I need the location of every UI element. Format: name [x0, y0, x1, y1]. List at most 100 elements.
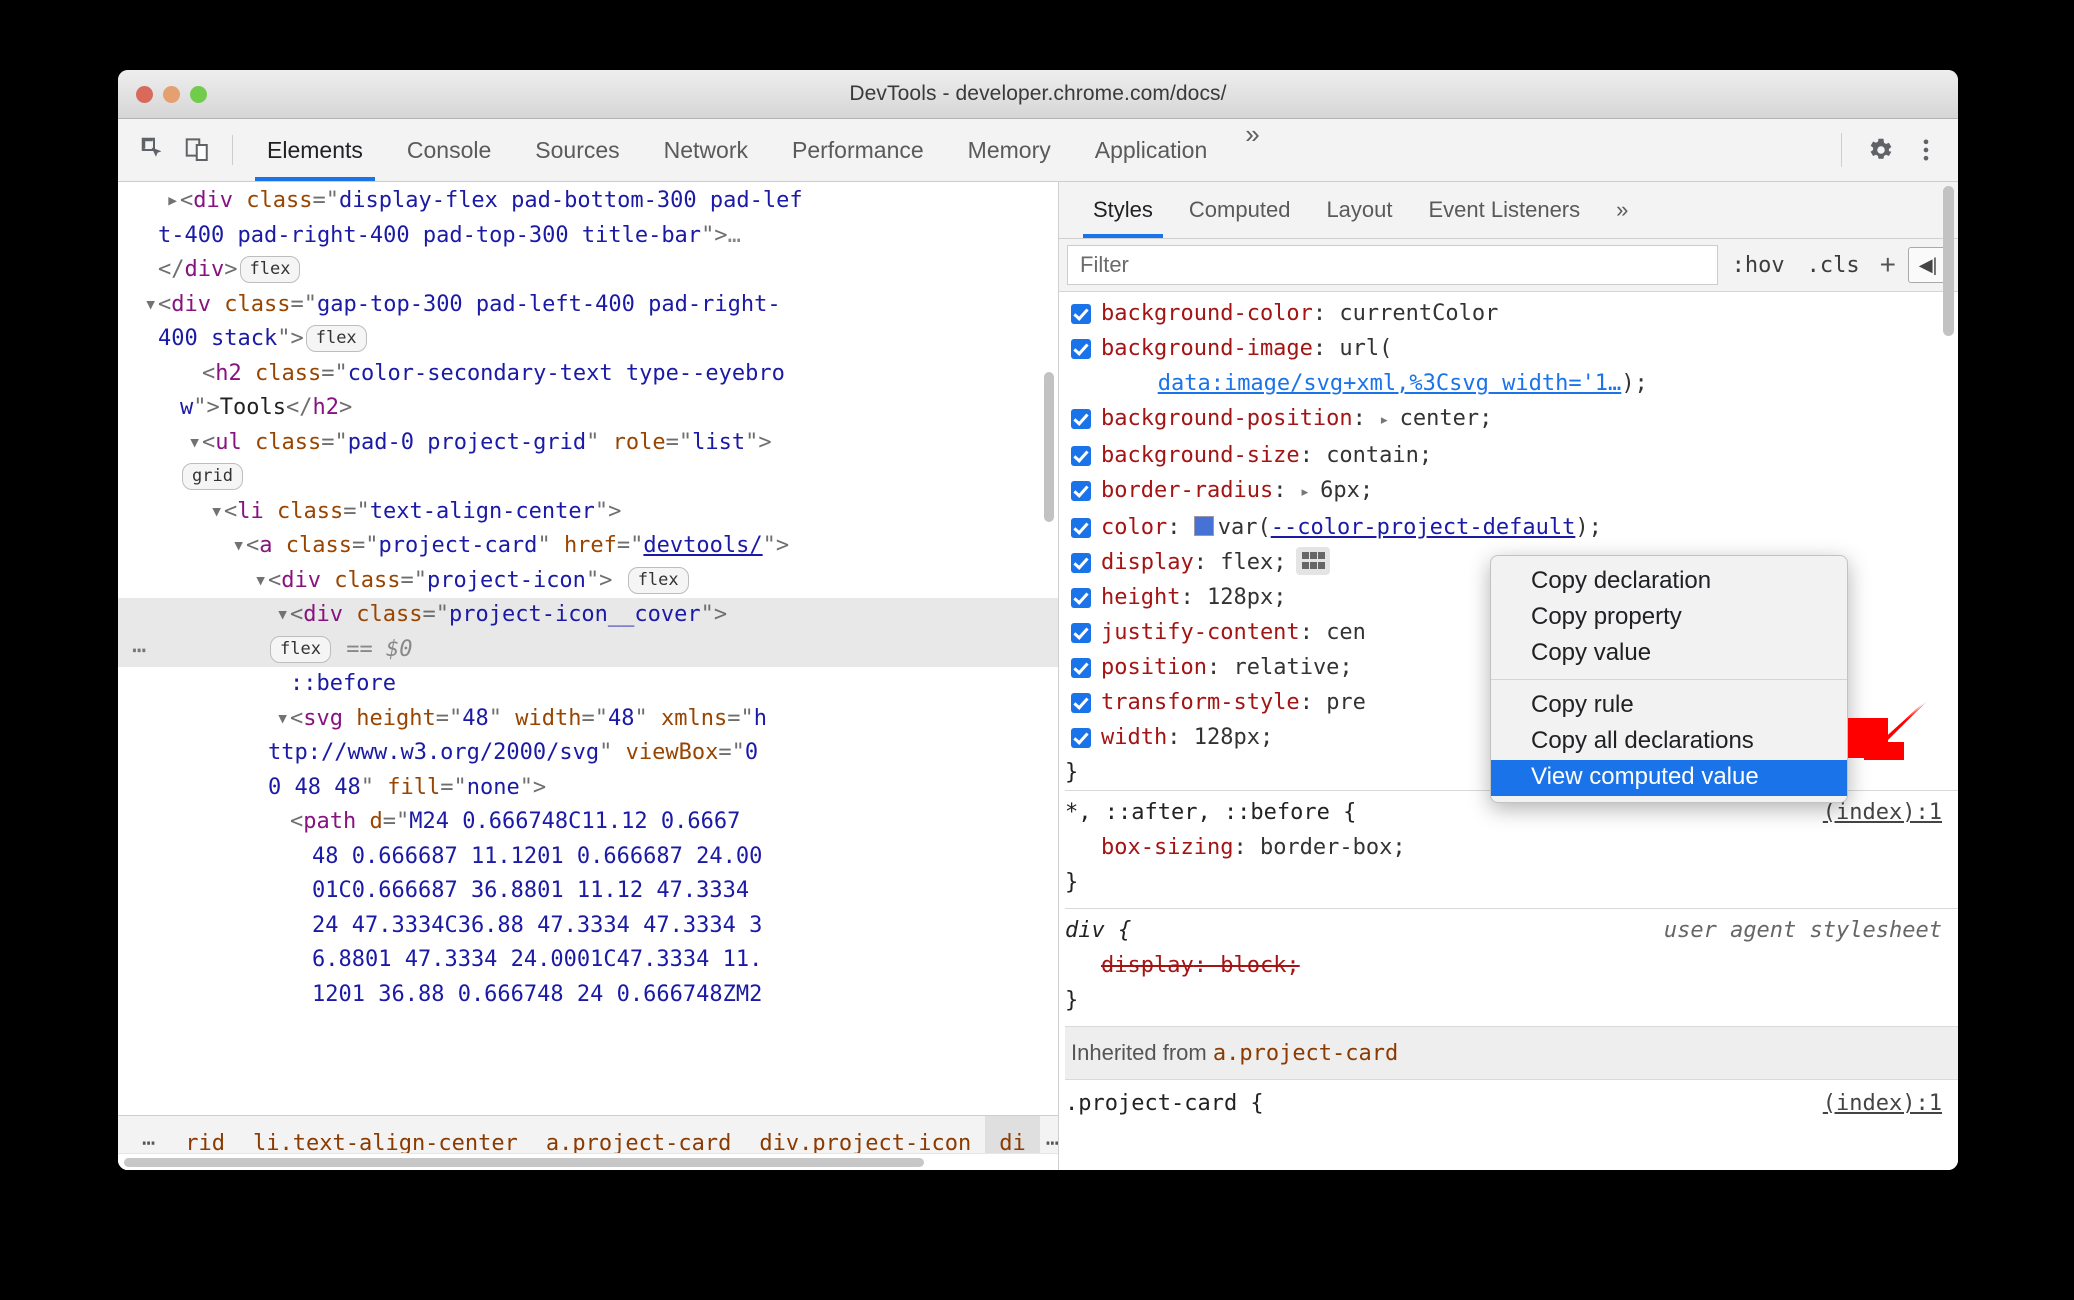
dom-tree-row[interactable]: 0 48 48" fill="none"> [118, 771, 1058, 806]
layout-badge-grid[interactable]: grid [182, 463, 243, 490]
expand-triangle-icon[interactable]: ▸ [1379, 410, 1399, 430]
dom-tree-row[interactable]: </div> flex [118, 253, 1058, 288]
minimize-window-button[interactable] [163, 85, 180, 103]
dom-tree-row[interactable]: 6.8801 47.3334 24.0001C47.3334 11. [118, 943, 1058, 978]
toggle-computed-sidebar-button[interactable]: ◀| [1908, 247, 1948, 283]
layout-badge-flex[interactable]: flex [305, 325, 367, 352]
dom-tree-row[interactable]: t-400 pad-right-400 pad-top-300 title-ba… [118, 219, 1058, 254]
dom-tree-row[interactable]: 1201 36.88 0.666748 24 0.666748ZM2 [118, 978, 1058, 1013]
window-traffic-lights[interactable] [136, 70, 207, 118]
tab-styles[interactable]: Styles [1075, 182, 1171, 238]
declaration-property[interactable]: transform-style [1101, 690, 1300, 715]
declaration-value[interactable]: 128px; [1194, 725, 1273, 750]
declaration-value[interactable]: relative; [1233, 655, 1352, 680]
tab-application[interactable]: Application [1073, 119, 1230, 181]
dom-tree-row[interactable]: ⋯ flex == $0 [118, 632, 1058, 668]
declaration-value[interactable]: currentColor [1339, 301, 1498, 326]
css-variable-link[interactable]: --color-project-default [1271, 515, 1576, 540]
declaration-property[interactable]: display [1101, 550, 1194, 575]
layout-badge-flex[interactable]: flex [270, 635, 331, 663]
breadcrumb-trailing-overflow-icon[interactable]: ⋯ [1040, 1131, 1058, 1156]
declaration-property[interactable]: width [1101, 725, 1167, 750]
tab-elements[interactable]: Elements [245, 119, 385, 181]
declaration-value[interactable]: contain; [1326, 443, 1432, 468]
declaration-checkbox[interactable] [1071, 693, 1091, 713]
declaration-text[interactable]: width: 128px; [1101, 720, 1273, 755]
declaration-value[interactable]: var( [1218, 515, 1271, 540]
dom-tree-row[interactable]: grid [118, 460, 1058, 495]
declaration-property[interactable]: justify-content [1101, 620, 1300, 645]
data-url-link[interactable]: data:image/svg+xml,%3Csvg width='1… [1158, 366, 1622, 401]
tab-console[interactable]: Console [385, 119, 513, 181]
styles-more-tabs-chevron-icon[interactable]: » [1598, 182, 1646, 238]
declaration-value[interactable]: 6px; [1320, 478, 1373, 503]
menu-item-copy-property[interactable]: Copy property [1491, 600, 1847, 636]
menu-item-copy-value[interactable]: Copy value [1491, 636, 1847, 672]
dom-tree-row[interactable]: ::before [118, 667, 1058, 702]
kebab-menu-icon[interactable] [1904, 128, 1948, 172]
declaration-text[interactable]: background-image: url( [1101, 331, 1392, 366]
declaration-checkbox[interactable] [1071, 588, 1091, 608]
breadcrumb-item-li[interactable]: li.text-align-center [239, 1131, 532, 1156]
declaration-property[interactable]: border-radius [1101, 478, 1273, 503]
declaration-property[interactable]: background-position [1101, 406, 1353, 431]
css-rule-selector[interactable]: div { [1065, 913, 1131, 948]
declaration-text[interactable]: border-radius: ▸ 6px; [1101, 473, 1373, 510]
close-window-button[interactable] [136, 85, 153, 103]
declaration-value[interactable]: flex; [1220, 550, 1286, 575]
css-rule-declaration[interactable]: display: block; [1065, 948, 1958, 983]
declaration-text[interactable]: position: relative; [1101, 650, 1353, 685]
device-toolbar-icon[interactable] [176, 128, 220, 172]
dom-tree-row[interactable]: 48 0.666687 11.1201 0.666687 24.00 [118, 840, 1058, 875]
disclosure-triangle-icon[interactable]: ▾ [210, 495, 224, 530]
dom-row-overflow-icon[interactable]: ⋯ [132, 633, 181, 668]
disclosure-triangle-icon[interactable]: ▾ [254, 564, 268, 599]
maximize-window-button[interactable] [190, 85, 207, 103]
menu-item-copy-all-declarations[interactable]: Copy all declarations [1491, 724, 1847, 760]
dom-tree[interactable]: ▸<div class="display-flex pad-bottom-300… [118, 182, 1058, 1115]
dom-tree-row[interactable]: ▾<div class="project-icon__cover"> [118, 598, 1058, 633]
declaration-value[interactable]: url( [1339, 336, 1392, 361]
cls-toggle-button[interactable]: .cls [1799, 253, 1868, 278]
disclosure-triangle-icon[interactable]: ▾ [276, 598, 290, 633]
hov-toggle-button[interactable]: :hov [1724, 253, 1793, 278]
dom-tree-row[interactable]: ▾<a class="project-card" href="devtools/… [118, 529, 1058, 564]
declaration-checkbox[interactable] [1071, 658, 1091, 678]
declaration-checkbox[interactable] [1071, 446, 1091, 466]
declaration-text[interactable]: height: 128px; [1101, 580, 1286, 615]
declaration-text[interactable]: color: var(--color-project-default); [1101, 510, 1602, 545]
dom-tree-row[interactable]: ▾<div class="project-icon"> flex [118, 564, 1058, 599]
tab-event-listeners[interactable]: Event Listeners [1411, 182, 1599, 238]
dom-tree-row[interactable]: <h2 class="color-secondary-text type--ey… [118, 357, 1058, 392]
inherited-source-selector[interactable]: a.project-card [1213, 1041, 1398, 1066]
declaration-value[interactable]: center; [1400, 406, 1493, 431]
breadcrumb-overflow-icon[interactable]: ⋯ [128, 1131, 171, 1156]
breadcrumb-item-grid[interactable]: rid [171, 1131, 239, 1156]
declaration-property[interactable]: height [1101, 585, 1180, 610]
styles-filter-input[interactable]: Filter [1067, 245, 1718, 285]
css-rule-selector[interactable]: .project-card { [1065, 1086, 1264, 1121]
dom-tree-row[interactable]: ▸<div class="display-flex pad-bottom-300… [118, 184, 1058, 219]
declaration-text[interactable]: background-size: contain; [1101, 438, 1432, 473]
declaration-value[interactable]: : block; [1194, 953, 1300, 978]
tab-sources[interactable]: Sources [513, 119, 641, 181]
declaration-value[interactable]: pre [1326, 690, 1366, 715]
tab-performance[interactable]: Performance [770, 119, 946, 181]
declaration-checkbox[interactable] [1071, 481, 1091, 501]
disclosure-triangle-icon[interactable]: ▾ [144, 288, 158, 323]
declaration-value[interactable]: : border-box; [1233, 835, 1405, 860]
css-rule-source-link[interactable]: (index):1 [1823, 1086, 1942, 1121]
dom-tree-row[interactable]: 24 47.3334C36.88 47.3334 47.3334 3 [118, 909, 1058, 944]
gear-icon[interactable] [1858, 128, 1902, 172]
layout-badge-flex[interactable]: flex [239, 256, 301, 283]
disclosure-triangle-icon[interactable]: ▾ [232, 529, 246, 564]
dom-tree-row[interactable]: 400 stack"> flex [118, 322, 1058, 357]
dom-tree-horizontal-scrollbar[interactable] [118, 1153, 1058, 1170]
disclosure-triangle-icon[interactable]: ▸ [166, 184, 180, 219]
css-rule-selector[interactable]: *, ::after, ::before { [1065, 795, 1356, 830]
declaration-value-tail[interactable]: ); [1575, 515, 1602, 540]
tab-layout[interactable]: Layout [1308, 182, 1410, 238]
dom-tree-row[interactable]: ▾<ul class="pad-0 project-grid" role="li… [118, 426, 1058, 461]
breadcrumb-item-project-icon[interactable]: div.project-icon [745, 1131, 985, 1156]
flex-editor-icon[interactable] [1296, 547, 1331, 575]
